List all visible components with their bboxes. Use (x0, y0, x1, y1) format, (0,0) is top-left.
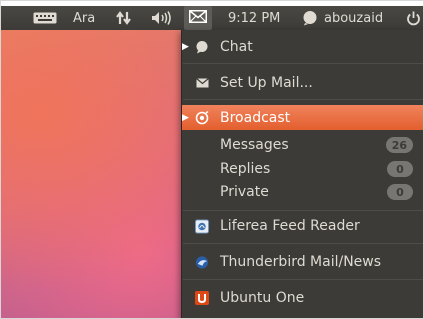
menu-item-label: Private (220, 184, 269, 200)
mail-icon (189, 9, 207, 27)
menu-item-label: Messages (220, 137, 289, 153)
thunderbird-icon (195, 255, 209, 269)
menu-item-label: Thunderbird Mail/News (220, 254, 382, 270)
menu-item-label: Chat (220, 39, 253, 55)
menu-item-label: Set Up Mail... (220, 75, 313, 91)
menu-separator (183, 63, 424, 64)
keyboard-icon (33, 12, 57, 24)
menu-item-ubuntu-one[interactable]: Ubuntu One (182, 286, 424, 310)
user-status-icon[interactable] (302, 6, 318, 30)
menu-item-label: Liferea Feed Reader (220, 218, 360, 234)
menu-item-label: Ubuntu One (220, 290, 305, 306)
count-badge: 0 (387, 161, 413, 177)
chat-bubble-icon (195, 40, 209, 54)
envelope-icon (195, 76, 209, 90)
menu-separator (183, 210, 424, 211)
username-label[interactable]: abouzaid (324, 6, 383, 30)
menu-item-replies[interactable]: Replies 0 (182, 157, 424, 181)
network-icon[interactable] (116, 6, 132, 30)
menu-item-chat[interactable]: ▶ Chat (182, 35, 424, 59)
messaging-menu-button[interactable] (184, 6, 212, 30)
menu-item-liferea[interactable]: Liferea Feed Reader (182, 214, 424, 238)
menu-separator (183, 279, 424, 280)
power-icon[interactable] (406, 6, 421, 30)
messaging-menu: ▶ Chat Set Up Mail... ▶ Broadcast Messag… (181, 30, 424, 319)
menu-item-label: Replies (220, 161, 271, 177)
clock[interactable]: 9:12 PM (228, 6, 280, 30)
count-badge: 26 (385, 137, 413, 153)
menu-item-label: Broadcast (220, 109, 291, 126)
top-panel: Ara 9:12 PM abouzaid (0, 6, 424, 30)
active-arrow-icon: ▶ (182, 112, 189, 123)
menu-separator (183, 99, 424, 100)
ubuntu-one-icon (195, 291, 209, 305)
keyboard-indicator[interactable] (33, 6, 57, 30)
count-badge: 0 (387, 184, 413, 200)
keyboard-layout-label[interactable]: Ara (73, 6, 95, 30)
volume-icon[interactable] (151, 6, 173, 30)
active-arrow-icon: ▶ (182, 42, 189, 52)
menu-item-messages[interactable]: Messages 26 (182, 133, 424, 157)
broadcast-icon (195, 110, 209, 125)
menu-item-broadcast[interactable]: ▶ Broadcast (182, 105, 424, 130)
liferea-icon (195, 219, 209, 233)
menu-item-thunderbird[interactable]: Thunderbird Mail/News (182, 250, 424, 274)
menu-separator (183, 243, 424, 244)
menu-item-set-up-mail[interactable]: Set Up Mail... (182, 71, 424, 95)
menu-item-private[interactable]: Private 0 (182, 180, 424, 204)
